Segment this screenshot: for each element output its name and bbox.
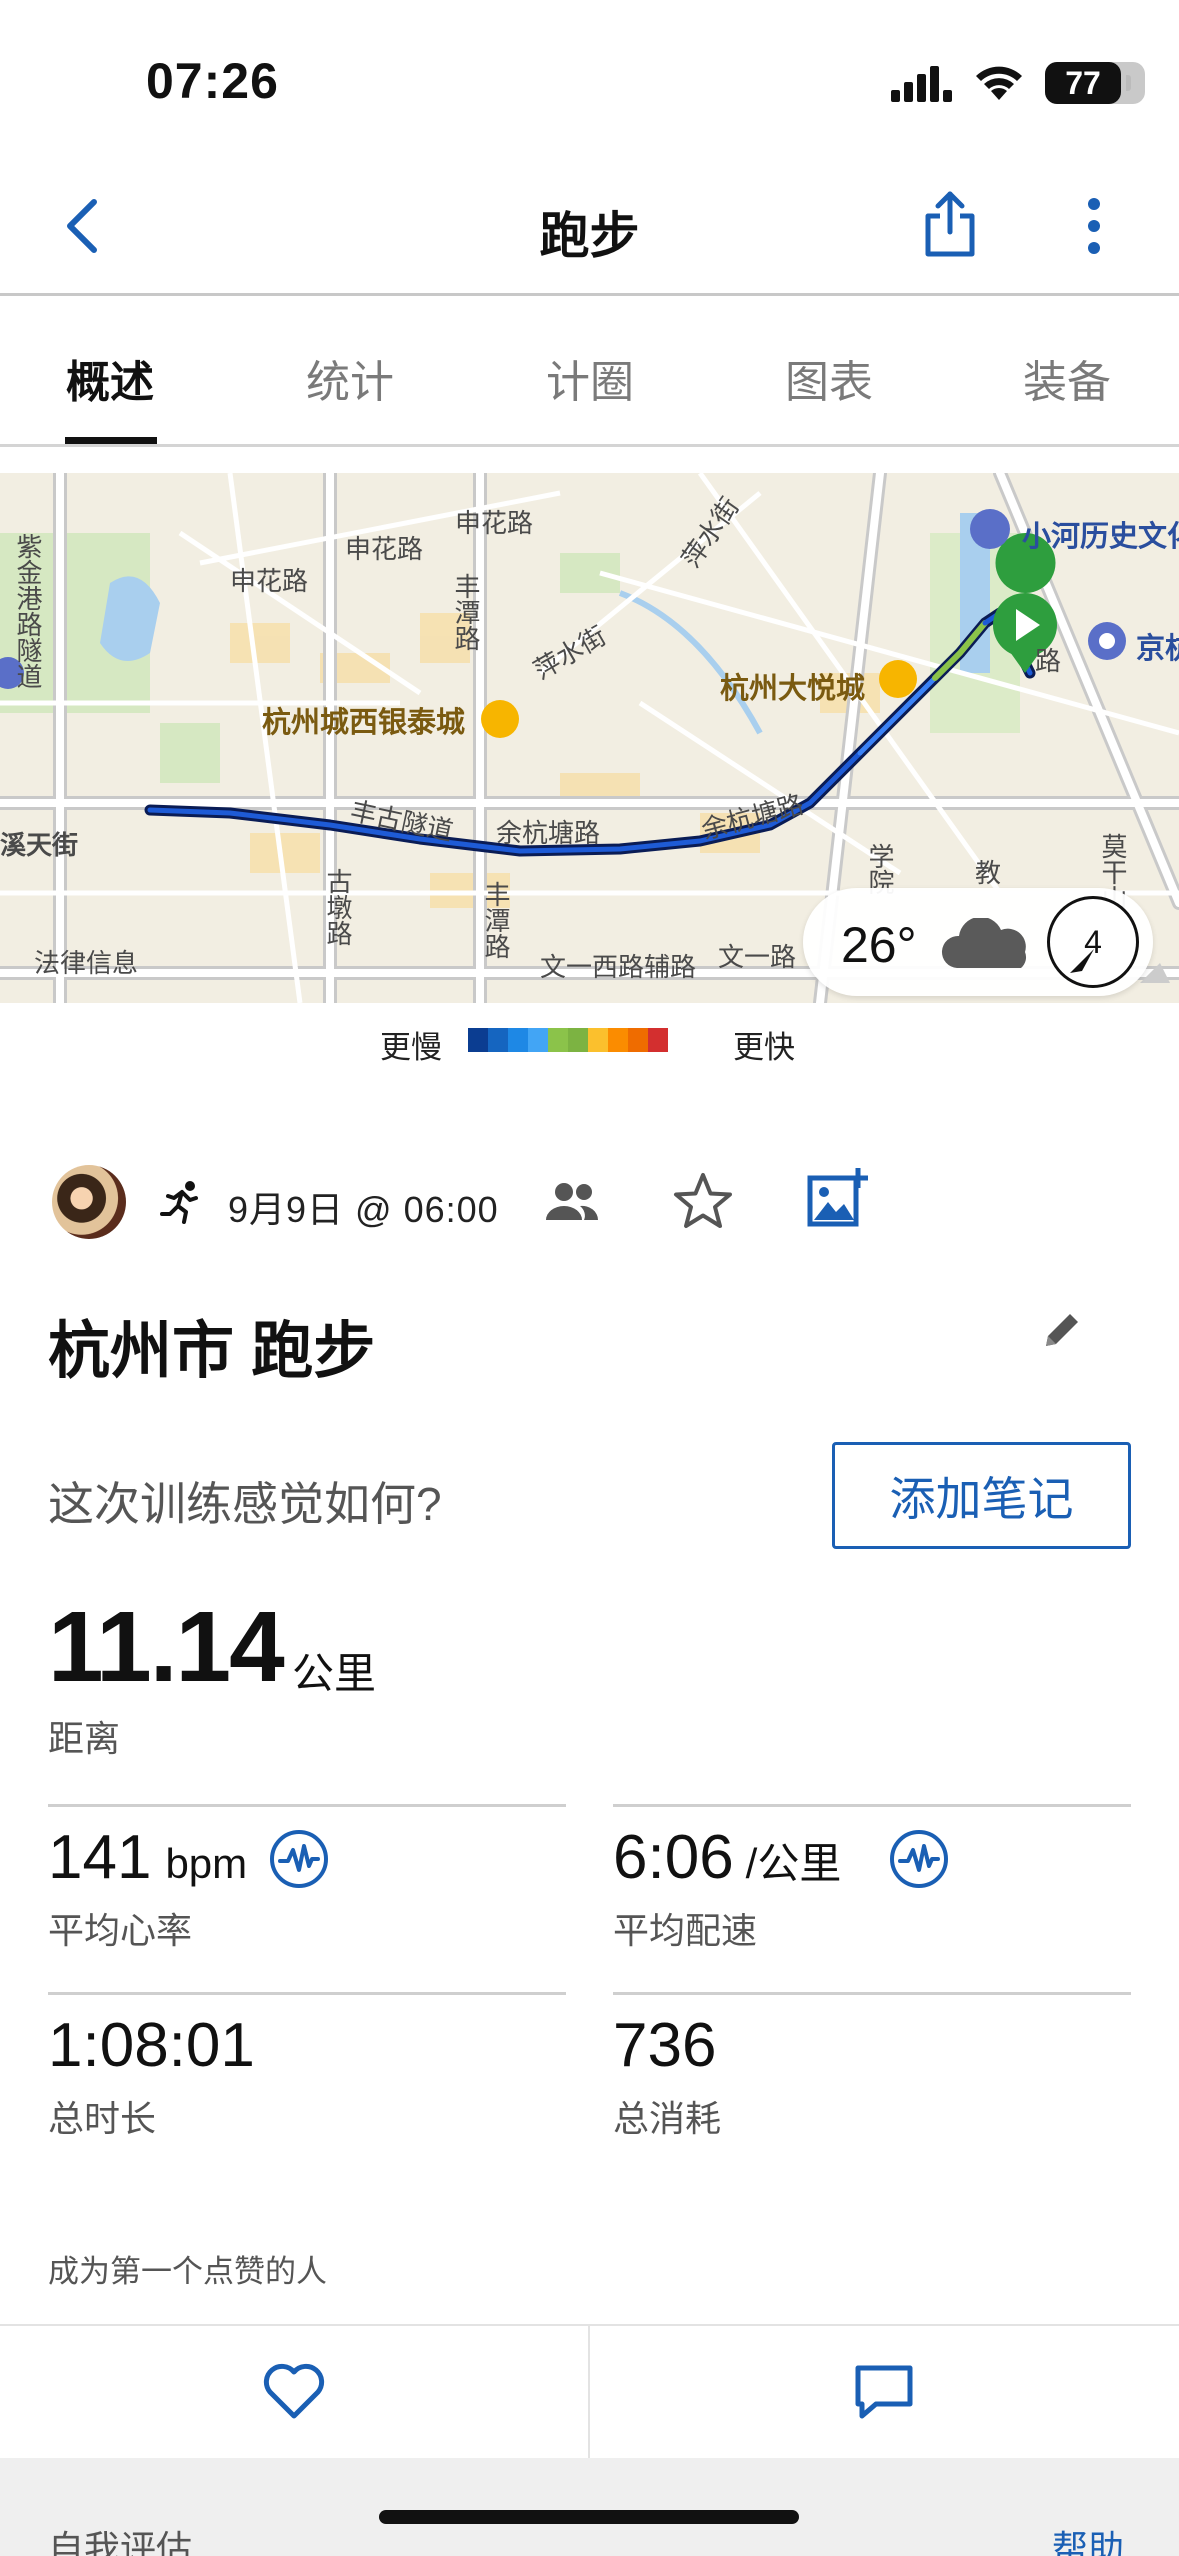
avg-pace-stat: 6:06 /公里 [613,1822,841,1893]
legend-swatch [568,1028,588,1052]
distance-unit: 公里 [292,1650,377,1697]
tab-charts[interactable]: 图表 [785,346,873,410]
map-road-label: 紫金港路隧道 [13,533,43,689]
more-vertical-icon[interactable] [1082,196,1106,256]
avg-pace-label: 平均配速 [613,1910,758,1951]
legend-fast-label: 更快 [733,1030,795,1065]
legend-swatch [628,1028,648,1052]
map-road-label: 路 [1035,646,1062,676]
map-road-label: 古墩路 [323,868,353,946]
avg-pace-unit: /公里 [745,1840,842,1887]
stat-divider [613,1804,1131,1807]
tab-stats[interactable]: 统计 [306,346,394,410]
share-icon[interactable] [920,188,980,260]
tab-active-indicator [65,437,157,444]
map-road-label: 余杭塘路 [496,818,601,848]
likes-prompt: 成为第一个点赞的人 [48,2254,327,2289]
legend-swatch [508,1028,528,1052]
pulse-icon[interactable] [888,1828,950,1890]
pencil-icon[interactable] [1040,1308,1084,1352]
avg-pace-value: 6:06 [613,1823,734,1892]
tab-gear[interactable]: 装备 [1023,346,1111,410]
status-icons: 77 [891,62,1145,104]
cloud-icon [942,918,1027,968]
people-icon[interactable] [544,1180,600,1224]
activity-date: 9月9日 @ 06:00 [228,1189,499,1230]
activity-title: 杭州市 跑步 [48,1317,376,1386]
nav-divider [0,293,1179,296]
map-road-label: 丰潭路 [481,881,511,959]
avg-hr-value: 141 [48,1823,152,1892]
wind-indicator: 4 [1047,896,1139,988]
map-poi-label: 京杭 [1136,633,1179,665]
legend-swatch [528,1028,548,1052]
avatar[interactable] [52,1165,126,1239]
total-time-value: 1:08:01 [48,2011,255,2080]
map-poi-label: 杭州城西银泰城 [262,707,466,739]
total-time-label: 总时长 [48,2098,157,2139]
legend-swatch [608,1028,628,1052]
signal-icon [891,66,952,102]
avg-hr-label: 平均心率 [48,1910,193,1951]
pulse-icon[interactable] [268,1828,330,1890]
weather-temp: 26° [841,917,917,973]
tab-laps[interactable]: 计圈 [546,346,634,410]
tabs-divider [0,444,1179,447]
stat-divider [613,1992,1131,1995]
legend-swatch [588,1028,608,1052]
map-road-label: 文一西路辅路 [540,952,697,982]
self-eval-label: 自我评估 [48,2528,193,2556]
avg-hr-unit: bpm [165,1840,248,1887]
map-road-label: 法律信息 [34,948,139,978]
map-poi-label: 小河历史文化 [1022,521,1179,553]
weather-badge: 26° 4 [803,888,1153,996]
help-link[interactable]: 帮助 [1052,2520,1124,2556]
running-icon [160,1181,198,1224]
map-road-label: 申花路 [345,534,424,564]
map-road-label: 申花路 [230,566,309,596]
legend-slow-label: 更慢 [380,1030,442,1065]
stat-divider [48,1992,566,1995]
legend-swatch [648,1028,668,1052]
legend-swatch [548,1028,568,1052]
wind-direction-icon [1070,949,1094,973]
battery-level: 77 [1045,62,1131,104]
stat-divider [48,1804,566,1807]
comment-icon[interactable] [854,2364,914,2420]
battery-icon: 77 [1045,62,1145,104]
heart-icon[interactable] [262,2362,326,2420]
map-poi-label: 杭州大悦城 [720,673,866,705]
map-road-label: 教 [975,858,1002,888]
tab-overview[interactable]: 概述 [66,346,154,410]
distance-label: 距离 [48,1718,121,1759]
feel-question: 这次训练感觉如何? [48,1478,442,1530]
legend-swatch [468,1028,488,1052]
legend-swatch [488,1028,508,1052]
action-divider [588,2324,590,2458]
wifi-icon [976,66,1022,100]
calories-label: 总消耗 [613,2098,722,2139]
calories-value: 736 [613,2011,717,2080]
add-photo-icon[interactable] [806,1166,870,1230]
map-road-label: 申花路 [455,508,534,538]
home-indicator [379,2510,799,2524]
distance-value: 11.14 [48,1591,285,1703]
pace-legend-bar [468,1028,668,1052]
map-road-label: 丰潭路 [451,573,481,651]
page-title: 跑步 [539,208,640,264]
map-road-label: 溪天街 [0,830,79,860]
map-road-label: 文一路 [718,942,797,972]
status-time: 07:26 [146,53,279,109]
add-note-button[interactable]: 添加笔记 [832,1442,1131,1549]
avg-hr-stat: 141 bpm [48,1822,247,1893]
star-icon[interactable] [672,1171,734,1233]
